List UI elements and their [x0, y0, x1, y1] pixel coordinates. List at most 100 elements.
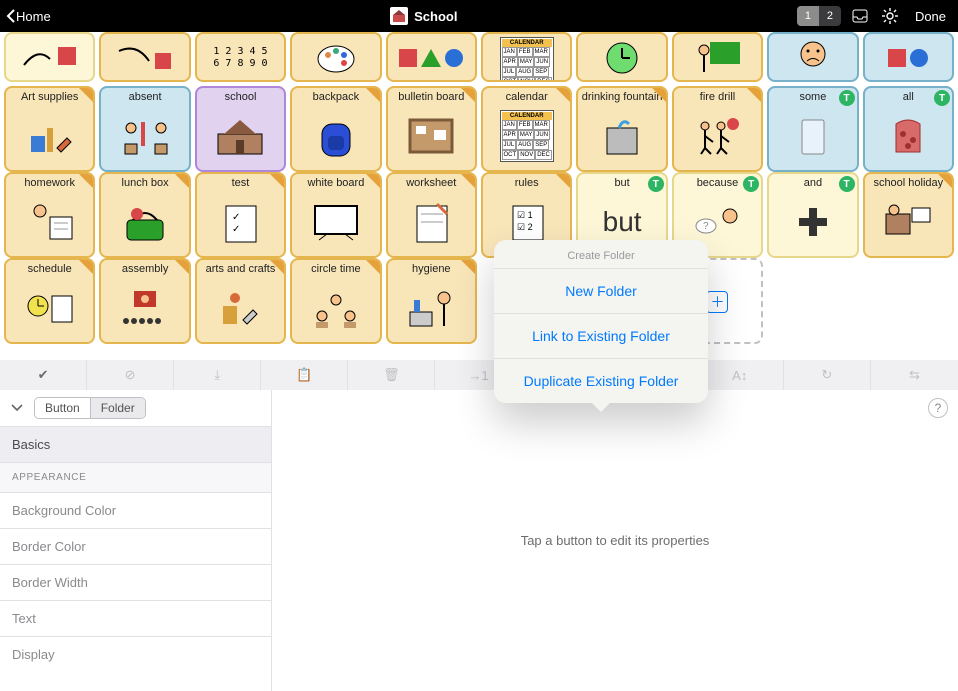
- sidebar-item-label: Background Color: [12, 503, 116, 518]
- tile-label: Art supplies: [21, 91, 78, 103]
- editor-sidebar: Button Folder BasicsAPPEARANCEBackground…: [0, 390, 272, 691]
- gear-icon[interactable]: [879, 5, 901, 27]
- tile-white-board[interactable]: white board: [290, 172, 381, 258]
- svg-text:✓: ✓: [232, 224, 240, 235]
- tile-absent[interactable]: absent: [99, 86, 190, 172]
- inbox-icon[interactable]: [849, 5, 871, 27]
- sort-az-icon[interactable]: A↕: [697, 360, 784, 390]
- assembly-icon: [103, 275, 186, 340]
- tile-drinking-fountain[interactable]: drinking fountain: [576, 86, 667, 172]
- folder-corner-icon: [366, 260, 380, 274]
- folder-corner-icon: [175, 260, 189, 274]
- type-segmented: Button Folder: [34, 397, 146, 419]
- tile-all[interactable]: Tall: [863, 86, 954, 172]
- sidebar-item-display[interactable]: Display: [0, 636, 271, 672]
- folder-corner-icon: [747, 88, 761, 102]
- page-title: School: [390, 7, 457, 25]
- sidebar-item-basics[interactable]: Basics: [0, 426, 271, 462]
- paste-icon[interactable]: 📋: [261, 360, 348, 390]
- homework-icon: [8, 189, 91, 254]
- folder-corner-icon: [461, 174, 475, 188]
- sidebar-item-background-color[interactable]: Background Color: [0, 492, 271, 528]
- tile-circle-time[interactable]: circle time: [290, 258, 381, 344]
- cancel-icon[interactable]: ⊘: [87, 360, 174, 390]
- trash-icon[interactable]: 🗑: [348, 360, 435, 390]
- tile-school-holiday[interactable]: school holiday: [863, 172, 954, 258]
- tile-schedule[interactable]: schedule: [4, 258, 95, 344]
- page-2[interactable]: 2: [819, 6, 841, 26]
- tile-lunch-box[interactable]: lunch box: [99, 172, 190, 258]
- folder-corner-icon: [270, 174, 284, 188]
- tile-label: calendar: [506, 91, 548, 103]
- tile-assembly[interactable]: assembly: [99, 258, 190, 344]
- folder-corner-icon: [79, 174, 93, 188]
- tile-fire-drill[interactable]: fire drill: [672, 86, 763, 172]
- done-button[interactable]: Done: [909, 9, 952, 24]
- tile-homework[interactable]: homework: [4, 172, 95, 258]
- tile-some[interactable]: Tsome: [767, 86, 858, 172]
- seg-button[interactable]: Button: [35, 398, 90, 418]
- sidebar-item-label: Display: [12, 647, 55, 662]
- clock-icon: [580, 37, 663, 78]
- home-button[interactable]: Home: [6, 9, 51, 24]
- tile-label: arts and crafts: [206, 263, 276, 275]
- tile-calendar-mini[interactable]: CALENDARJANFEBMARAPRMAYJUNJULAUGSEPOCTNO…: [481, 32, 572, 82]
- page-title-text: School: [414, 9, 457, 24]
- editor-panel: Button Folder BasicsAPPEARANCEBackground…: [0, 390, 958, 691]
- sidebar-item-text[interactable]: Text: [0, 600, 271, 636]
- svg-text:☑ 2: ☑ 2: [517, 222, 533, 232]
- tile-label: but: [614, 177, 629, 189]
- folder-corner-icon: [652, 88, 666, 102]
- tile-backpack[interactable]: backpack: [290, 86, 381, 172]
- circle-time-icon: [294, 275, 377, 340]
- tile-palette[interactable]: [290, 32, 381, 82]
- import-icon[interactable]: ⤓: [174, 360, 261, 390]
- sidebar-item-border-width[interactable]: Border Width: [0, 564, 271, 600]
- help-icon[interactable]: ?: [928, 398, 948, 418]
- tile-label: some: [799, 91, 826, 103]
- tile-label: hygiene: [412, 263, 451, 275]
- tile-clock[interactable]: [576, 32, 667, 82]
- holiday-icon: [867, 189, 950, 254]
- bag-icon: [867, 103, 950, 168]
- tile-shapes[interactable]: [386, 32, 477, 82]
- calendar-mini-icon: CALENDARJANFEBMARAPRMAYJUNJULAUGSEPOCTNO…: [485, 37, 568, 82]
- badge-T: T: [648, 176, 664, 192]
- tile-and[interactable]: Tand: [767, 172, 858, 258]
- tile-school[interactable]: school: [195, 86, 286, 172]
- tile-label: white board: [307, 177, 364, 189]
- chevron-down-icon[interactable]: [10, 403, 24, 413]
- tile-label: all: [903, 91, 914, 103]
- tile-calendar[interactable]: calendarCALENDARJANFEBMARAPRMAYJUNJULAUG…: [481, 86, 572, 172]
- tile-worksheet[interactable]: worksheet: [386, 172, 477, 258]
- tile-arts-and-crafts[interactable]: arts and crafts: [195, 258, 286, 344]
- numbers-icon: 1 2 3 4 56 7 8 9 0: [199, 37, 282, 78]
- folder-corner-icon: [461, 260, 475, 274]
- tile-square-circle[interactable]: [863, 32, 954, 82]
- tile-face-sad[interactable]: [767, 32, 858, 82]
- svg-text:☑ 1: ☑ 1: [517, 210, 533, 220]
- backpack-icon: [294, 103, 377, 168]
- tile-hygiene[interactable]: hygiene: [386, 258, 477, 344]
- tile-art-supplies[interactable]: Art supplies: [4, 86, 95, 172]
- page-1[interactable]: 1: [797, 6, 819, 26]
- tile-hand-square[interactable]: [4, 32, 95, 82]
- badge-T: T: [934, 90, 950, 106]
- sidebar-item-border-color[interactable]: Border Color: [0, 528, 271, 564]
- popover-new-folder[interactable]: New Folder: [494, 268, 708, 313]
- swap-icon[interactable]: ⇆: [871, 360, 958, 390]
- tile-label: schedule: [28, 263, 72, 275]
- tile-test[interactable]: test✓✓: [195, 172, 286, 258]
- hand-square-icon: [8, 37, 91, 78]
- tile-numbers[interactable]: 1 2 3 4 56 7 8 9 0: [195, 32, 286, 82]
- check-icon[interactable]: ✔: [0, 360, 87, 390]
- popover-link-folder[interactable]: Link to Existing Folder: [494, 313, 708, 358]
- tile-arm-square[interactable]: [99, 32, 190, 82]
- popover-duplicate-folder[interactable]: Duplicate Existing Folder: [494, 358, 708, 403]
- tile-bulletin-board[interactable]: bulletin board: [386, 86, 477, 172]
- schedule-icon: [8, 275, 91, 340]
- tile-teacher[interactable]: [672, 32, 763, 82]
- seg-folder[interactable]: Folder: [90, 398, 145, 418]
- refresh-icon[interactable]: ↻: [784, 360, 871, 390]
- tile-label: rules: [515, 177, 539, 189]
